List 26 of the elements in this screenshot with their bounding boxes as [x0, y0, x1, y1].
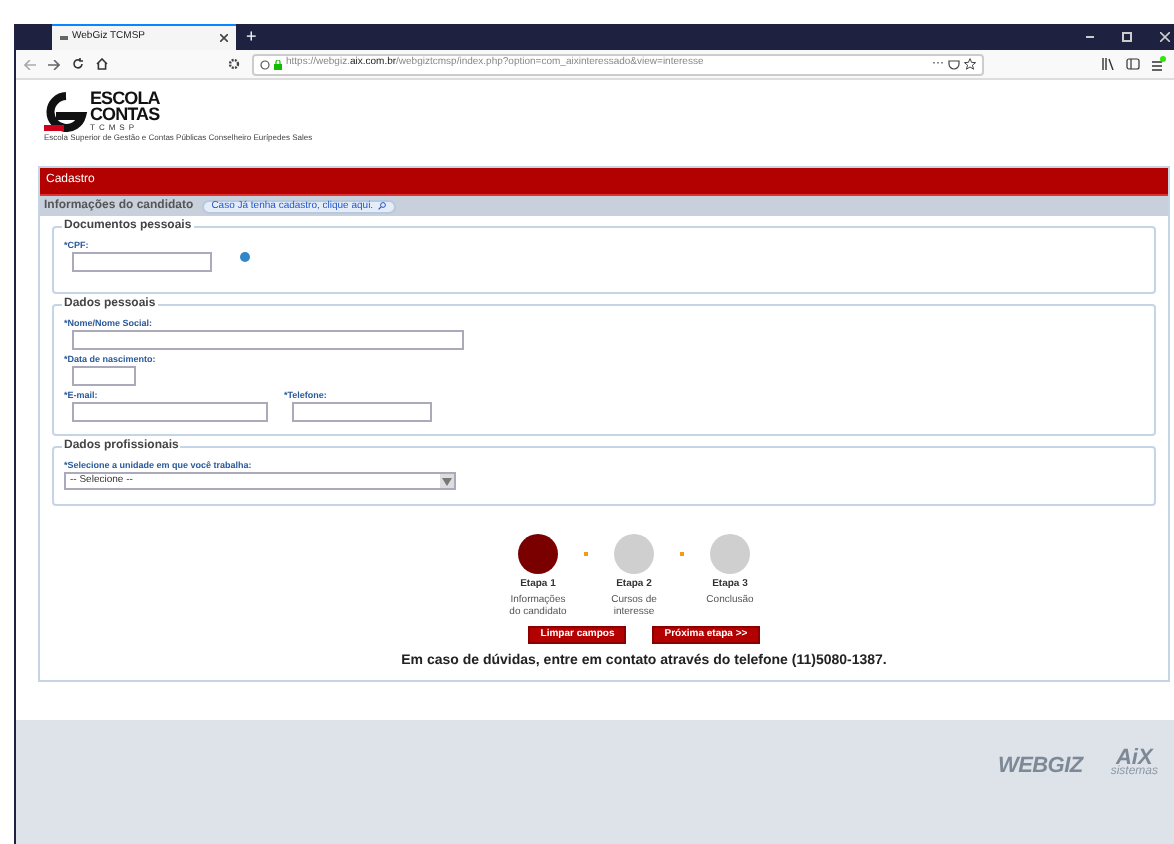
new-tab-button[interactable]: +	[246, 24, 257, 50]
library-icon[interactable]	[1102, 58, 1114, 70]
maximize-icon[interactable]	[1122, 32, 1132, 42]
search-icon	[377, 202, 386, 210]
footer-brand: AiX	[1115, 750, 1153, 766]
dropdown-caret-icon	[440, 474, 454, 488]
padlock-icon	[274, 59, 282, 69]
close-window-icon[interactable]	[1160, 32, 1170, 42]
input-field[interactable]	[72, 252, 212, 272]
pocket-icon[interactable]	[948, 59, 960, 69]
input-field[interactable]	[72, 366, 136, 386]
input-field[interactable]	[72, 402, 268, 422]
logo-text: CONTAS	[90, 106, 160, 122]
close-icon[interactable]	[220, 34, 228, 42]
forward-icon[interactable]	[48, 59, 60, 69]
logo-mark-icon	[44, 91, 88, 131]
menu-icon[interactable]	[1152, 56, 1166, 72]
footer-brand: WEBGIZ	[997, 752, 1083, 782]
star-icon[interactable]	[964, 58, 976, 70]
info-icon	[260, 59, 270, 69]
sidebar-icon[interactable]	[1126, 58, 1140, 70]
logo-text: ESCOLA	[90, 90, 160, 106]
input-field[interactable]	[72, 330, 464, 350]
input-field[interactable]	[292, 402, 432, 422]
home-icon[interactable]	[96, 58, 108, 70]
reload-icon[interactable]	[72, 58, 84, 70]
